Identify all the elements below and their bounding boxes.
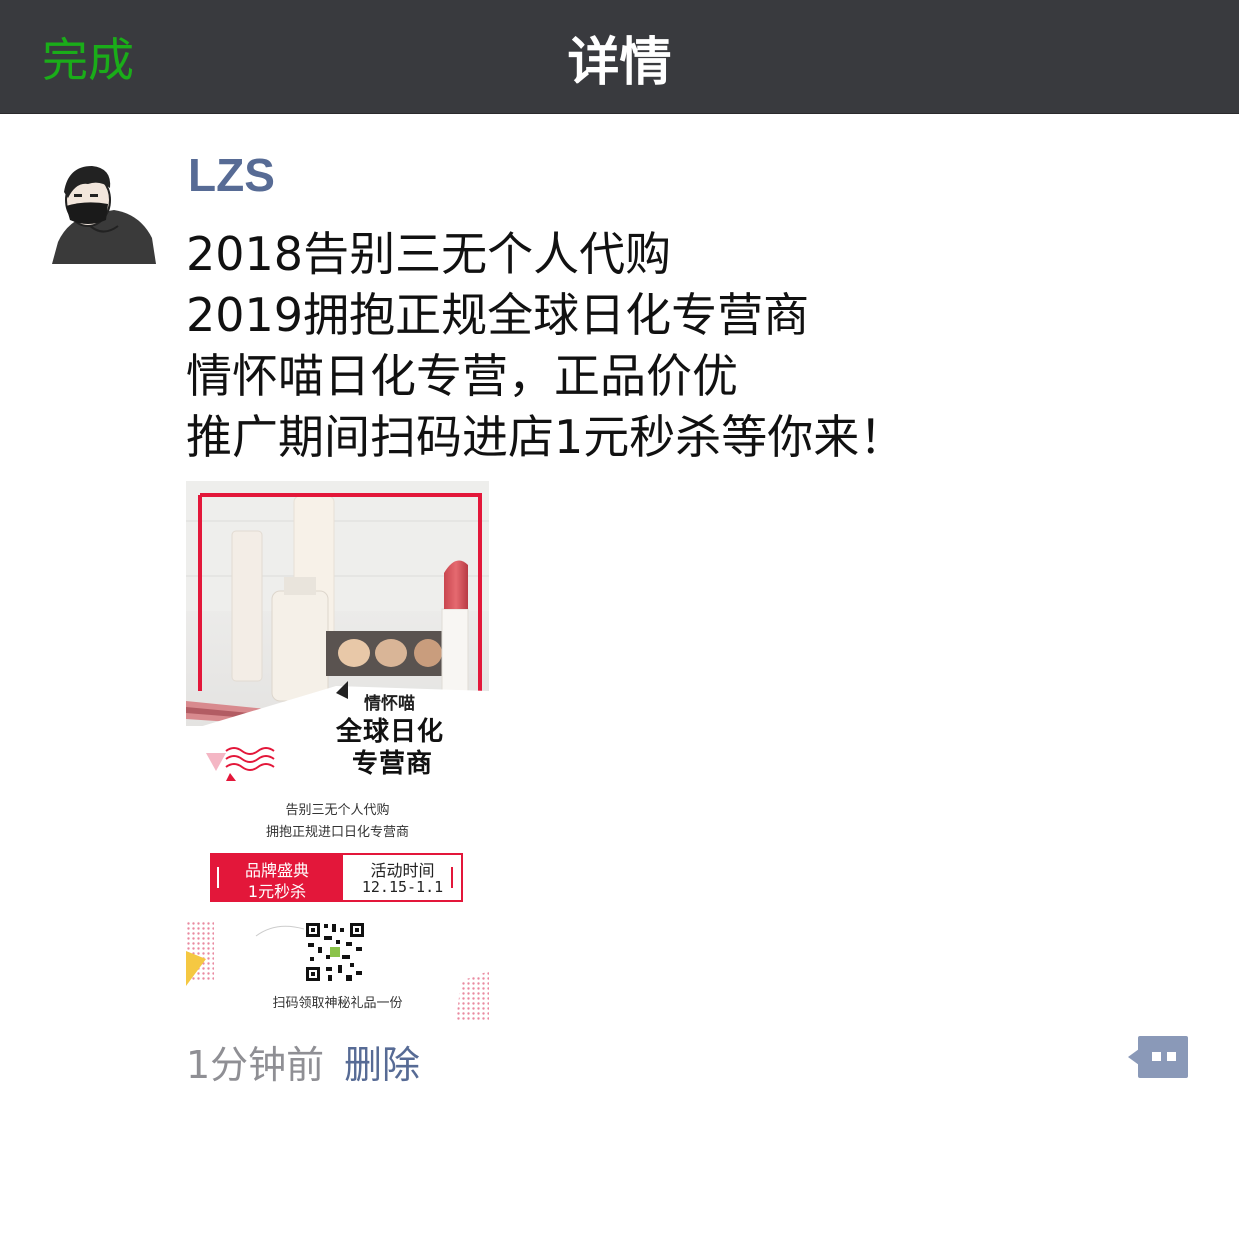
avatar-person-icon (48, 154, 156, 264)
poster-promo-label: 1元秒杀 (247, 882, 307, 901)
poster-slogan: 拥抱正规进口日化专营商 (265, 825, 409, 840)
post-text-line: 推广期间扫码进店1元秒杀等你来！ (186, 410, 906, 464)
post-text: 2018告别三无个人代购 2019拥抱正规全球日化专营商 情怀喵日化专营，正品价… (186, 224, 1196, 468)
poster-graphic (186, 481, 489, 1021)
comment-dots-icon (1128, 1036, 1188, 1078)
post-text-line: 2018告别三无个人代购 (186, 227, 672, 281)
poster-scan-text: 扫码领取神秘礼品一份 (272, 996, 403, 1011)
post-timestamp: 1分钟前 (186, 1043, 325, 1087)
post-image[interactable]: 情怀喵 全球日化 专营商 告别三无个人代购 拥抱正规进口日化专营商 品牌盛典 1… (186, 481, 489, 1021)
avatar[interactable] (48, 154, 156, 264)
post-text-line: 情怀喵日化专营，正品价优 (186, 349, 738, 403)
nav-bar: 完成 详情 (0, 0, 1239, 114)
post-text-line: 2019拥抱正规全球日化专营商 (186, 288, 810, 342)
poster-slogan: 告别三无个人代购 (285, 803, 390, 818)
poster-headline: 专营商 (352, 749, 434, 779)
comment-button[interactable] (1128, 1036, 1188, 1078)
delete-button[interactable]: 删除 (344, 1034, 420, 1089)
username[interactable]: LZS (188, 148, 275, 202)
poster-promo-label: 12.15-1.1 (361, 878, 444, 896)
page-title: 详情 (567, 33, 672, 93)
